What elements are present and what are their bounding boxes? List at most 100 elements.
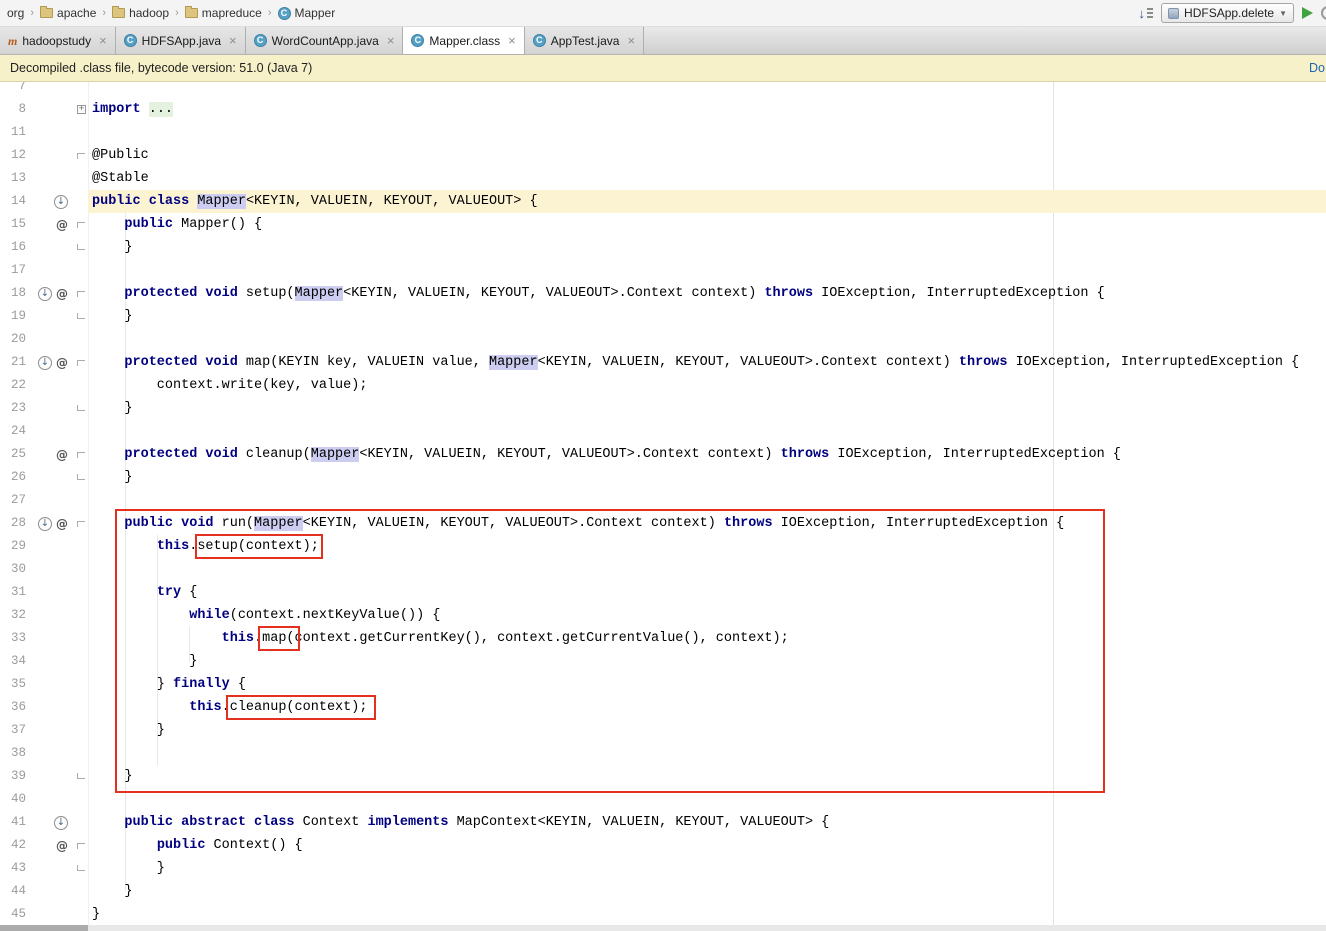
fold-marker[interactable] bbox=[77, 313, 85, 319]
tab-WordCountApp.java[interactable]: CWordCountApp.java× bbox=[246, 27, 404, 54]
code-line[interactable]: 27 bbox=[0, 489, 1326, 512]
gutter-icons: ↓@ bbox=[32, 282, 76, 305]
annotation-icon[interactable]: @ bbox=[56, 448, 68, 462]
annotation-icon[interactable]: @ bbox=[56, 218, 68, 232]
code-line[interactable]: 23 } bbox=[0, 397, 1326, 420]
code-editor[interactable]: 78+import ...1112@Public13@Stable14↓publ… bbox=[0, 82, 1326, 931]
sort-lines-icon[interactable]: ↓ bbox=[1139, 7, 1154, 20]
tab-AppTest.java[interactable]: CAppTest.java× bbox=[525, 27, 644, 54]
code-text: this.setup(context); bbox=[88, 535, 1326, 558]
code-line[interactable]: 32 while(context.nextKeyValue()) { bbox=[0, 604, 1326, 627]
code-line[interactable]: 15@ public Mapper() { bbox=[0, 213, 1326, 236]
close-icon[interactable]: × bbox=[508, 34, 516, 47]
run-button[interactable] bbox=[1302, 7, 1313, 19]
code-line[interactable]: 44 } bbox=[0, 880, 1326, 903]
code-line[interactable]: 13@Stable bbox=[0, 167, 1326, 190]
tab-hadoopstudy[interactable]: mhadoopstudy× bbox=[0, 27, 116, 54]
code-line[interactable]: 39 } bbox=[0, 765, 1326, 788]
code-line[interactable]: 34 } bbox=[0, 650, 1326, 673]
code-line[interactable]: 33 this.map(context.getCurrentKey(), con… bbox=[0, 627, 1326, 650]
run-configuration-select[interactable]: HDFSApp.delete ▼ bbox=[1161, 3, 1294, 23]
fold-marker[interactable] bbox=[77, 244, 85, 250]
overridden-icon[interactable]: ↓ bbox=[38, 356, 52, 370]
overridden-icon[interactable]: ↓ bbox=[54, 195, 68, 209]
code-line[interactable]: 41↓ public abstract class Context implem… bbox=[0, 811, 1326, 834]
close-icon[interactable]: × bbox=[627, 34, 635, 47]
code-line[interactable]: 31 try { bbox=[0, 581, 1326, 604]
code-line[interactable]: 8+import ... bbox=[0, 98, 1326, 121]
code-line[interactable]: 14↓public class Mapper<KEYIN, VALUEIN, K… bbox=[0, 190, 1326, 213]
partial-toolbar-icon[interactable] bbox=[1321, 6, 1326, 20]
banner-link[interactable]: Do bbox=[1309, 61, 1325, 75]
code-line[interactable]: 43 } bbox=[0, 857, 1326, 880]
code-line[interactable]: 18↓@ protected void setup(Mapper<KEYIN, … bbox=[0, 282, 1326, 305]
close-icon[interactable]: × bbox=[387, 34, 395, 47]
code-line[interactable]: 38 bbox=[0, 742, 1326, 765]
code-line[interactable]: 35 } finally { bbox=[0, 673, 1326, 696]
fold-marker[interactable] bbox=[77, 474, 85, 480]
code-line[interactable]: 45} bbox=[0, 903, 1326, 926]
line-number: 22 bbox=[0, 374, 26, 397]
close-icon[interactable]: × bbox=[99, 34, 107, 47]
code-line[interactable]: 30 bbox=[0, 558, 1326, 581]
gutter: 37 bbox=[0, 719, 88, 742]
line-number: 12 bbox=[0, 144, 26, 167]
gutter: 17 bbox=[0, 259, 88, 282]
code-line[interactable]: 17 bbox=[0, 259, 1326, 282]
code-line[interactable]: 37 } bbox=[0, 719, 1326, 742]
code-line[interactable]: 21↓@ protected void map(KEYIN key, VALUE… bbox=[0, 351, 1326, 374]
gutter: 15@ bbox=[0, 213, 88, 236]
line-number: 19 bbox=[0, 305, 26, 328]
horizontal-scrollbar[interactable] bbox=[0, 925, 1326, 931]
fold-marker[interactable]: + bbox=[77, 105, 86, 114]
breadcrumb-item-mapreduce[interactable]: mapreduce bbox=[183, 4, 264, 22]
code-line[interactable]: 36 this.cleanup(context); bbox=[0, 696, 1326, 719]
code-line[interactable]: 25@ protected void cleanup(Mapper<KEYIN,… bbox=[0, 443, 1326, 466]
fold-marker[interactable] bbox=[77, 521, 85, 527]
fold-marker[interactable] bbox=[77, 843, 85, 849]
code-line[interactable]: 28↓@ public void run(Mapper<KEYIN, VALUE… bbox=[0, 512, 1326, 535]
code-line[interactable]: 40 bbox=[0, 788, 1326, 811]
overridden-icon[interactable]: ↓ bbox=[38, 517, 52, 531]
code-line[interactable]: 16 } bbox=[0, 236, 1326, 259]
horizontal-scrollbar-thumb[interactable] bbox=[0, 925, 88, 931]
code-line[interactable]: 26 } bbox=[0, 466, 1326, 489]
fold-marker[interactable] bbox=[77, 360, 85, 366]
close-icon[interactable]: × bbox=[229, 34, 237, 47]
fold-marker[interactable] bbox=[77, 222, 85, 228]
line-number: 41 bbox=[0, 811, 26, 834]
fold-marker[interactable] bbox=[77, 405, 85, 411]
line-number: 29 bbox=[0, 535, 26, 558]
fold-marker[interactable] bbox=[77, 291, 85, 297]
code-line[interactable]: 19 } bbox=[0, 305, 1326, 328]
fold-marker[interactable] bbox=[77, 153, 85, 159]
code-line[interactable]: 12@Public bbox=[0, 144, 1326, 167]
editor-tabs: mhadoopstudy×CHDFSApp.java×CWordCountApp… bbox=[0, 27, 1326, 55]
breadcrumb-item-hadoop[interactable]: hadoop bbox=[110, 4, 171, 22]
annotation-icon[interactable]: @ bbox=[56, 517, 68, 531]
code-line[interactable]: 29 this.setup(context); bbox=[0, 535, 1326, 558]
breadcrumb-item-Mapper[interactable]: CMapper bbox=[276, 4, 338, 22]
line-number: 24 bbox=[0, 420, 26, 443]
gutter: 27 bbox=[0, 489, 88, 512]
breadcrumb-item-apache[interactable]: apache bbox=[38, 4, 98, 22]
fold-marker[interactable] bbox=[77, 773, 85, 779]
fold-marker[interactable] bbox=[77, 865, 85, 871]
code-line[interactable]: 11 bbox=[0, 121, 1326, 144]
annotation-icon[interactable]: @ bbox=[56, 356, 68, 370]
breadcrumb-item-org[interactable]: org bbox=[5, 4, 26, 22]
annotation-icon[interactable]: @ bbox=[56, 839, 68, 853]
fold-marker[interactable] bbox=[77, 452, 85, 458]
code-line[interactable]: 24 bbox=[0, 420, 1326, 443]
code-line[interactable]: 22 context.write(key, value); bbox=[0, 374, 1326, 397]
code-text bbox=[88, 742, 1326, 765]
annotation-icon[interactable]: @ bbox=[56, 287, 68, 301]
overridden-icon[interactable]: ↓ bbox=[38, 287, 52, 301]
code-line[interactable]: 20 bbox=[0, 328, 1326, 351]
gutter: 33 bbox=[0, 627, 88, 650]
code-line[interactable]: 42@ public Context() { bbox=[0, 834, 1326, 857]
tab-HDFSApp.java[interactable]: CHDFSApp.java× bbox=[116, 27, 246, 54]
tab-Mapper.class[interactable]: CMapper.class× bbox=[403, 27, 524, 54]
overridden-icon[interactable]: ↓ bbox=[54, 816, 68, 830]
code-line[interactable]: 7 bbox=[0, 82, 1326, 98]
